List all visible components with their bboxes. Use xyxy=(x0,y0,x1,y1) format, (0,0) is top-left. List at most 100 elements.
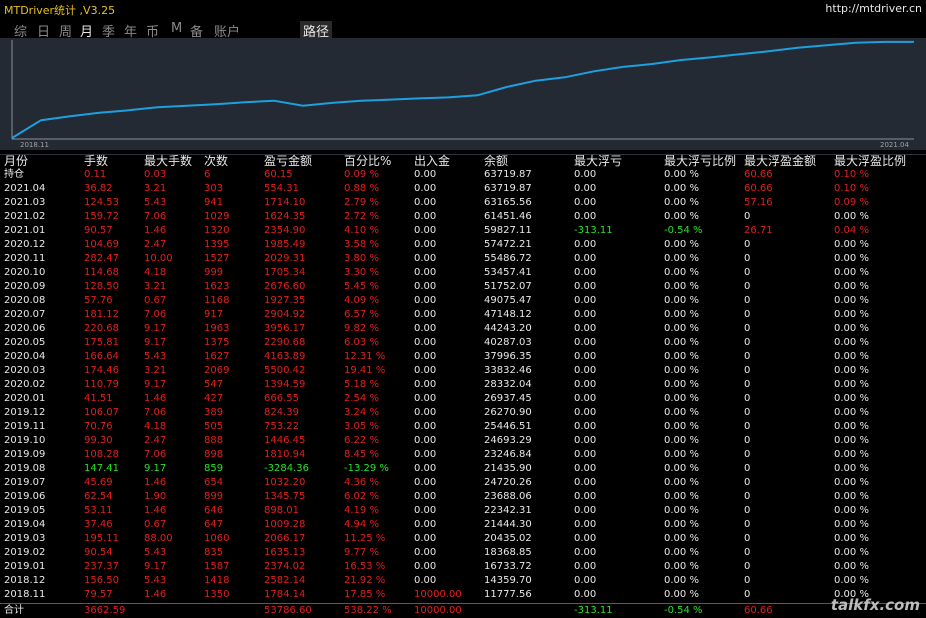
cell-profit: -3284.36 xyxy=(264,463,309,474)
table-row[interactable]: 2020.12 104.69 2.47 1395 1985.49 3.58 % 0.00 57… xyxy=(0,238,926,252)
table-row[interactable]: 2021.03 124.53 5.43 941 1714.10 2.79 % 0.00 631… xyxy=(0,196,926,210)
cell-deposit: 0.00 xyxy=(414,365,437,376)
table-row[interactable]: 2020.10 114.68 4.18 999 1705.34 3.30 % 0.00 534… xyxy=(0,266,926,280)
cell-max-float-loss-pct: 0.00 % xyxy=(664,211,699,222)
cell-count: 1060 xyxy=(204,533,230,544)
table-row[interactable]: 2018.11 79.57 1.46 1350 1784.14 17.85 % 10000.… xyxy=(0,588,926,602)
header-max-float-profit[interactable]: 最大浮盈金额 xyxy=(744,154,816,168)
header-deposit[interactable]: 出入金 xyxy=(414,154,450,168)
cell-max-float-loss: 0.00 xyxy=(574,505,597,516)
cell-profit: 1985.49 xyxy=(264,239,306,250)
header-max-float-loss[interactable]: 最大浮亏 xyxy=(574,154,622,168)
table-row[interactable]: 2019.03 195.11 88.00 1060 2066.17 11.25 % 0.00… xyxy=(0,532,926,546)
table-row[interactable]: 2019.08 147.41 9.17 859 -3284.36 -13.29 % 0.00… xyxy=(0,462,926,476)
table-row[interactable]: 2019.07 45.69 1.46 654 1032.20 4.36 % 0.00 2472… xyxy=(0,476,926,490)
table-row[interactable]: 2019.09 108.28 7.06 898 1810.94 8.45 % 0.00 232… xyxy=(0,448,926,462)
table-row[interactable]: 2019.05 53.11 1.46 646 898.01 4.19 % 0.00 22342… xyxy=(0,504,926,518)
cell-deposit: 0.00 xyxy=(414,337,437,348)
header-max-lots[interactable]: 最大手数 xyxy=(144,154,192,168)
cell-count: 646 xyxy=(204,505,224,516)
table-row[interactable]: 2019.01 237.37 9.17 1587 2374.02 16.53 % 0.00 1… xyxy=(0,560,926,574)
header-percent[interactable]: 百分比% xyxy=(344,154,391,168)
cell-month: 2019.08 xyxy=(4,463,46,474)
cell-max-float-profit-pct: 0.00 % xyxy=(834,211,869,222)
table-row[interactable]: 持仓 0.11 0.03 6 60.15 0.09 % 0.00 63719.87 0.00 0.… xyxy=(0,168,926,182)
cell-profit: 2582.14 xyxy=(264,575,306,586)
cell-balance: 61451.46 xyxy=(484,211,532,222)
header-max-float-profit-pct[interactable]: 最大浮盈比例 xyxy=(834,154,906,168)
cell-max-float-profit-pct: 0.00 % xyxy=(834,463,869,474)
cell-percent: 3.58 % xyxy=(344,239,379,250)
header-month[interactable]: 月份 xyxy=(4,154,28,168)
cell-balance: 33832.46 xyxy=(484,365,532,376)
table-row[interactable]: 2019.06 62.54 1.90 899 1345.75 6.02 % 0.00 2368… xyxy=(0,490,926,504)
table-row[interactable]: 2019.11 70.76 4.18 505 753.22 3.05 % 0.00 25446… xyxy=(0,420,926,434)
table-row[interactable]: 2019.02 90.54 5.43 835 1635.13 9.77 % 0.00 1836… xyxy=(0,546,926,560)
table-row[interactable]: 2020.09 128.50 3.21 1623 2676.60 5.45 % 0.00 51… xyxy=(0,280,926,294)
cell-max-float-profit: 57.16 xyxy=(744,197,773,208)
balance-chart: 2018.11 2021.04 xyxy=(0,38,926,150)
cell-profit: 3956.17 xyxy=(264,323,306,334)
table-row[interactable]: 2020.05 175.81 9.17 1375 2290.68 6.03 % 0.00 40… xyxy=(0,336,926,350)
cell-percent: 9.77 % xyxy=(344,547,379,558)
cell-max-float-profit: 0 xyxy=(744,589,751,600)
cell-max-float-loss-pct: 0.00 % xyxy=(664,505,699,516)
table-row[interactable]: 2020.04 166.64 5.43 1627 4163.89 12.31 % 0.00 3… xyxy=(0,350,926,364)
cell-profit: 2290.68 xyxy=(264,337,306,348)
cell-max-float-loss-pct: 0.00 % xyxy=(664,463,699,474)
site-url-link[interactable]: http://mtdriver.cn xyxy=(825,2,922,15)
header-balance[interactable]: 余额 xyxy=(484,154,508,168)
cell-max-float-profit-pct: 0.00 % xyxy=(834,575,869,586)
table-row[interactable]: 2020.11 282.47 10.00 1527 2029.31 3.80 % 0.00 5… xyxy=(0,252,926,266)
cell-max-float-loss: 0.00 xyxy=(574,281,597,292)
cell-deposit: 0.00 xyxy=(414,435,437,446)
table-row[interactable]: 2020.08 57.76 0.67 1168 1927.35 4.09 % 0.00 490… xyxy=(0,294,926,308)
cell-profit: 1009.28 xyxy=(264,519,306,530)
cell-max-float-profit: 0 xyxy=(744,421,751,432)
cell-count: 835 xyxy=(204,547,224,558)
table-row[interactable]: 2019.12 106.07 7.06 389 824.39 3.24 % 0.00 2627… xyxy=(0,406,926,420)
cell-profit: 1394.59 xyxy=(264,379,306,390)
table-row[interactable]: 2021.04 36.82 3.21 303 554.31 0.88 % 0.00 63719… xyxy=(0,182,926,196)
cell-max-float-profit-pct: 0.00 % xyxy=(834,505,869,516)
cell-lots: 114.68 xyxy=(84,267,119,278)
cell-max-float-profit: 0 xyxy=(744,239,751,250)
cell-max-float-loss: 0.00 xyxy=(574,337,597,348)
cell-deposit: 10000.00 xyxy=(414,589,462,600)
cell-month: 持仓 xyxy=(4,169,24,180)
cell-lots: 124.53 xyxy=(84,197,119,208)
table-row[interactable]: 2019.04 37.46 0.67 647 1009.28 4.94 % 0.00 2144… xyxy=(0,518,926,532)
cell-max-float-loss: 0.00 xyxy=(574,575,597,586)
cell-max-float-profit: 0 xyxy=(744,267,751,278)
cell-count: 303 xyxy=(204,183,224,194)
cell-month: 2020.12 xyxy=(4,239,46,250)
cell-max-float-loss: 0.00 xyxy=(574,169,597,180)
table-row[interactable]: 2018.12 156.50 5.43 1418 2582.14 21.92 % 0.00 1… xyxy=(0,574,926,588)
header-profit[interactable]: 盈亏金额 xyxy=(264,154,312,168)
cell-max-float-loss-pct: 0.00 % xyxy=(664,491,699,502)
header-lots[interactable]: 手数 xyxy=(84,154,108,168)
cell-max-lots: 7.06 xyxy=(144,407,167,418)
cell-max-float-loss: 0.00 xyxy=(574,365,597,376)
cell-max-float-profit-pct: 0.00 % xyxy=(834,421,869,432)
cell-max-float-profit: 0 xyxy=(744,575,751,586)
cell-max-float-loss: 0.00 xyxy=(574,421,597,432)
tab-magic[interactable]: M xyxy=(171,21,182,36)
cell-max-lots: 0.67 xyxy=(144,519,167,530)
table-row[interactable]: 2019.10 99.30 2.47 888 1446.45 6.22 % 0.00 2469… xyxy=(0,434,926,448)
table-row[interactable]: 2021.01 90.57 1.46 1320 2354.90 4.10 % 0.00 598… xyxy=(0,224,926,238)
cell-lots: 181.12 xyxy=(84,309,119,320)
table-row[interactable]: 2021.02 159.72 7.06 1029 1624.35 2.72 % 0.00 61… xyxy=(0,210,926,224)
cell-deposit: 0.00 xyxy=(414,225,437,236)
x-end-label: 2021.04 xyxy=(880,141,909,149)
table-row[interactable]: 2020.06 220.68 9.17 1963 3956.17 9.82 % 0.00 44… xyxy=(0,322,926,336)
header-max-float-loss-pct[interactable]: 最大浮亏比例 xyxy=(664,154,736,168)
table-row[interactable]: 2020.03 174.46 3.21 2069 5500.42 19.41 % 0.00 3… xyxy=(0,364,926,378)
header-count[interactable]: 次数 xyxy=(204,154,228,168)
table-row[interactable]: 2020.01 41.51 1.46 427 666.55 2.54 % 0.00 26937… xyxy=(0,392,926,406)
cell-balance: 25446.51 xyxy=(484,421,532,432)
table-row[interactable]: 2020.02 110.79 9.17 547 1394.59 5.18 % 0.00 283… xyxy=(0,378,926,392)
table-row[interactable]: 2020.07 181.12 7.06 917 2904.92 6.57 % 0.00 471… xyxy=(0,308,926,322)
cell-lots: 110.79 xyxy=(84,379,119,390)
cell-max-float-loss-pct: 0.00 % xyxy=(664,519,699,530)
